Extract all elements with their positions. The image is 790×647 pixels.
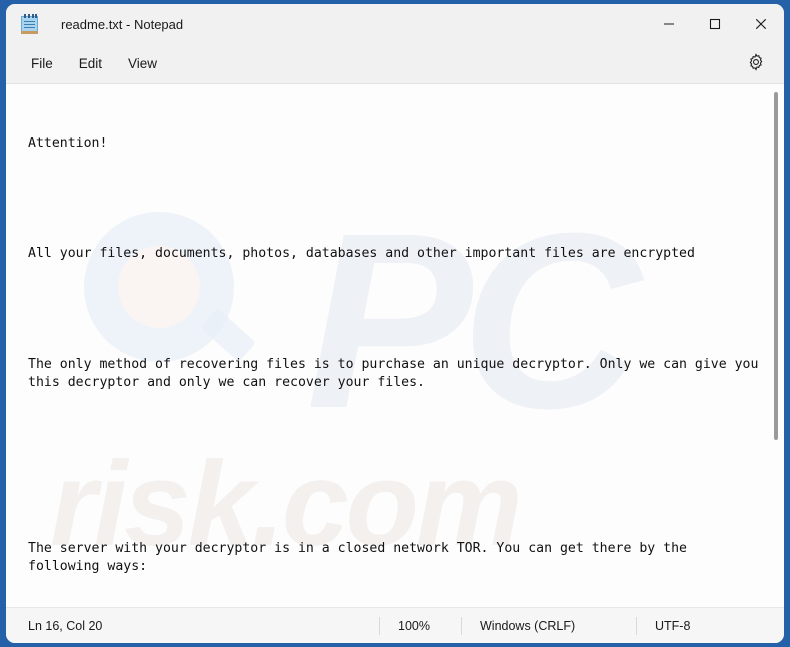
status-bar: Ln 16, Col 20 100% Windows (CRLF) UTF-8 bbox=[6, 607, 784, 643]
title-bar-left: readme.txt - Notepad bbox=[6, 13, 183, 35]
editor-line-heading: Attention! bbox=[28, 135, 108, 151]
menu-bar: File Edit View bbox=[6, 44, 784, 83]
notepad-window: readme.txt - Notepad File Edit View PC r… bbox=[6, 4, 784, 643]
menu-item-file[interactable]: File bbox=[18, 51, 66, 76]
menu-item-view[interactable]: View bbox=[115, 51, 170, 76]
minimize-icon bbox=[663, 18, 675, 30]
desktop-background: readme.txt - Notepad File Edit View PC r… bbox=[0, 0, 790, 647]
window-title: readme.txt - Notepad bbox=[61, 16, 184, 32]
editor-line-p3: The server with your decryptor is in a c… bbox=[28, 540, 695, 575]
status-encoding[interactable]: UTF-8 bbox=[636, 616, 708, 635]
editor-line-blank bbox=[28, 190, 762, 208]
maximize-button[interactable] bbox=[692, 4, 738, 44]
editor-line-blank bbox=[28, 300, 762, 318]
menu-item-edit[interactable]: Edit bbox=[66, 51, 115, 76]
gear-icon bbox=[747, 52, 765, 76]
editor-line-blank bbox=[28, 485, 762, 503]
text-editor-content[interactable]: Attention! All your files, documents, ph… bbox=[6, 84, 784, 607]
settings-button[interactable] bbox=[742, 50, 770, 78]
editor-line-blank bbox=[28, 429, 762, 447]
close-button[interactable] bbox=[738, 4, 784, 44]
editor-line-p2: The only method of recovering files is t… bbox=[28, 356, 767, 391]
editor-line-p1: All your files, documents, photos, datab… bbox=[28, 246, 695, 262]
editor-scrollbar[interactable] bbox=[768, 84, 782, 607]
status-line-ending[interactable]: Windows (CRLF) bbox=[461, 616, 593, 635]
editor-area[interactable]: PC risk.com Attention! All your files, d… bbox=[6, 83, 784, 607]
status-zoom-level[interactable]: 100% bbox=[379, 616, 448, 635]
notepad-icon bbox=[20, 13, 40, 35]
window-controls bbox=[646, 4, 784, 44]
close-icon bbox=[755, 18, 767, 30]
scrollbar-thumb[interactable] bbox=[774, 92, 778, 440]
status-cursor-position: Ln 16, Col 20 bbox=[28, 618, 103, 633]
minimize-button[interactable] bbox=[646, 4, 692, 44]
title-bar[interactable]: readme.txt - Notepad bbox=[6, 4, 784, 44]
maximize-icon bbox=[709, 18, 721, 30]
